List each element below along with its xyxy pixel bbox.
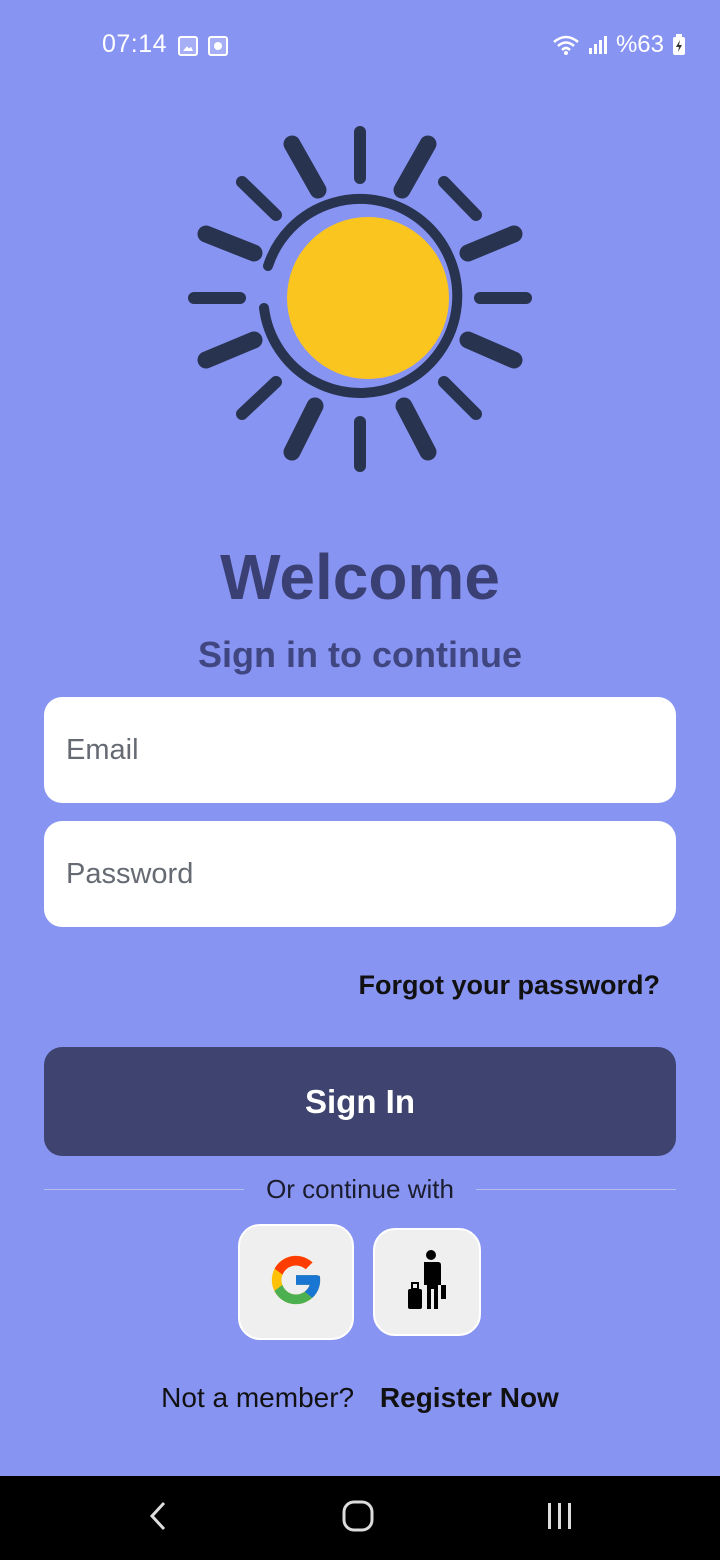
sign-in-button[interactable]: Sign In <box>44 1047 676 1156</box>
register-row: Not a member? Register Now <box>0 1382 720 1414</box>
register-now-link[interactable]: Register Now <box>380 1382 559 1413</box>
traveler-icon <box>407 1249 447 1316</box>
status-time: 07:14 <box>102 30 168 58</box>
home-button[interactable] <box>328 1496 388 1540</box>
screen-record-icon <box>208 36 228 56</box>
not-member-text: Not a member? <box>161 1382 355 1413</box>
back-button[interactable] <box>128 1496 188 1540</box>
home-icon <box>341 1499 375 1538</box>
page-subtitle: Sign in to continue <box>198 634 522 675</box>
guest-login-button[interactable] <box>373 1228 481 1336</box>
gallery-icon <box>178 36 198 56</box>
google-icon <box>267 1251 325 1314</box>
recents-button[interactable] <box>530 1496 590 1540</box>
wifi-icon <box>552 34 580 56</box>
signal-icon <box>588 35 608 55</box>
battery-icon <box>672 34 686 56</box>
navigation-bar <box>0 1476 720 1560</box>
password-field[interactable] <box>44 821 676 927</box>
battery-percent: %63 <box>615 31 664 58</box>
page-title: Welcome <box>220 541 500 613</box>
sun-logo-icon <box>180 120 540 480</box>
status-notification-icons <box>178 36 228 56</box>
status-bar: 07:14 %63 <box>0 0 720 92</box>
forgot-password-link[interactable]: Forgot your password? <box>358 970 660 1001</box>
back-icon <box>146 1500 170 1537</box>
google-login-button[interactable] <box>238 1224 354 1340</box>
email-field[interactable] <box>44 697 676 803</box>
recents-icon <box>544 1501 576 1536</box>
status-system-icons: %63 <box>552 31 686 59</box>
divider-text: Or continue with <box>266 1174 454 1204</box>
